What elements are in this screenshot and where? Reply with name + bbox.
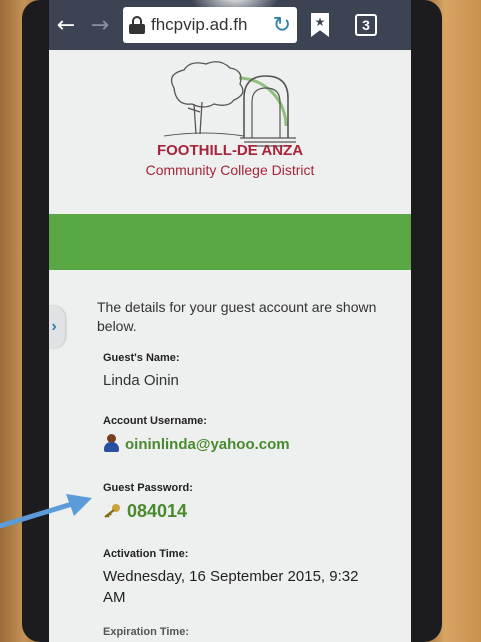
- reload-icon[interactable]: ↻: [273, 13, 291, 38]
- username-row: oininlinda@yahoo.com: [103, 434, 290, 453]
- key-icon: [104, 504, 120, 518]
- password-label: Guest Password:: [103, 482, 193, 494]
- password-row: 084014: [103, 501, 187, 522]
- activation-value: Wednesday, 16 September 2015, 9:32 AM: [103, 568, 359, 606]
- org-subtitle: Community College District: [145, 162, 315, 178]
- intro-text: The details for your guest account are s…: [97, 299, 377, 334]
- password-value: 084014: [127, 501, 188, 521]
- phone-screen: ← → fhcpvip.ad.fh ↻ ★ 3 FOOTHILL-DE ANZA…: [49, 0, 411, 642]
- chevron-right-icon: ›: [51, 318, 57, 335]
- tab-count: 3: [362, 17, 370, 33]
- side-menu-toggle[interactable]: ›: [49, 306, 65, 348]
- guest-name-label: Guest's Name:: [103, 352, 180, 364]
- expiration-label: Expiration Time:: [103, 626, 189, 638]
- bookmark-star-icon[interactable]: ★: [311, 13, 329, 37]
- guest-name-value: Linda Oinin: [103, 372, 179, 389]
- tabs-button[interactable]: 3: [355, 14, 377, 36]
- blue-arrow-icon: [0, 494, 92, 529]
- header-band: [49, 214, 411, 270]
- username-label: Account Username:: [103, 415, 207, 427]
- username-value: oininlinda@yahoo.com: [125, 436, 290, 453]
- user-avatar-icon: [103, 434, 119, 452]
- back-button[interactable]: ←: [49, 0, 83, 50]
- activation-label: Activation Time:: [103, 548, 189, 560]
- lock-icon: [129, 16, 145, 34]
- org-name: FOOTHILL-DE ANZA: [156, 142, 304, 159]
- forward-button[interactable]: →: [83, 0, 117, 50]
- college-logo-icon: [163, 61, 296, 147]
